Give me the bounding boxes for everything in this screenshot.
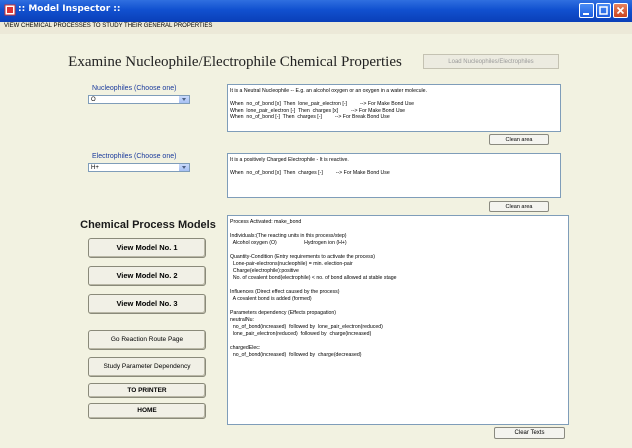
subtitle-strip: VIEW CHEMICAL PROCESSES TO STUDY THEIR G… xyxy=(0,22,632,34)
load-nucleophiles-button[interactable]: Load Nucleophiles/Electrophiles xyxy=(423,54,559,69)
electrophiles-select[interactable]: H+ xyxy=(88,163,190,172)
nucleophiles-label: Nucleophiles (Choose one) xyxy=(92,85,177,92)
home-button[interactable]: HOME xyxy=(88,403,206,419)
chevron-down-icon[interactable] xyxy=(179,96,189,103)
view-model-1-button[interactable]: View Model No. 1 xyxy=(88,238,206,258)
chevron-down-icon[interactable] xyxy=(179,164,189,171)
parameter-dependency-button[interactable]: Study Parameter Dependency xyxy=(88,357,206,377)
minimize-icon xyxy=(583,13,589,15)
window-title: :: Model Inspector :: xyxy=(18,4,121,14)
process-output-area[interactable]: Process Activated: make_bond Individuals… xyxy=(227,215,569,425)
electrophiles-label: Electrophiles (Choose one) xyxy=(92,153,177,160)
nucleophiles-select[interactable]: O xyxy=(88,95,190,104)
models-title: Chemical Process Models xyxy=(80,219,216,231)
electrophile-description: It is a positively Charged Electrophile … xyxy=(230,157,390,176)
nucleophile-text-area[interactable]: It is a Neutral Nucleophile -- E.g. an a… xyxy=(227,84,561,132)
model-inspector-window: :: Model Inspector :: VIEW CHEMICAL PROC… xyxy=(0,0,632,448)
printer-button[interactable]: TO PRINTER xyxy=(88,383,206,398)
process-output-text: Process Activated: make_bond Individuals… xyxy=(230,219,397,358)
maximize-button[interactable] xyxy=(596,3,611,18)
minimize-button[interactable] xyxy=(579,3,594,18)
page-heading: Examine Nucleophile/Electrophile Chemica… xyxy=(68,54,402,70)
view-model-3-button[interactable]: View Model No. 3 xyxy=(88,294,206,314)
maximize-icon xyxy=(599,6,608,15)
close-button[interactable] xyxy=(613,3,628,18)
view-model-2-button[interactable]: View Model No. 2 xyxy=(88,266,206,286)
reaction-route-button[interactable]: Go Reaction Route Page xyxy=(88,330,206,350)
nucleophile-description: It is a Neutral Nucleophile -- E.g. an a… xyxy=(230,88,427,120)
nucleophiles-selected: O xyxy=(91,97,96,103)
close-icon xyxy=(616,6,625,15)
electrophile-text-area[interactable]: It is a positively Charged Electrophile … xyxy=(227,153,561,198)
window-subtitle: VIEW CHEMICAL PROCESSES TO STUDY THEIR G… xyxy=(4,23,213,29)
electrophile-clean-button[interactable]: Clean area xyxy=(489,201,549,212)
electrophiles-selected: H+ xyxy=(91,165,99,171)
nucleophile-clean-button[interactable]: Clean area xyxy=(489,134,549,145)
title-bar[interactable]: :: Model Inspector :: xyxy=(0,0,632,22)
app-icon xyxy=(4,4,16,16)
clear-texts-button[interactable]: Clear Texts xyxy=(494,427,565,439)
